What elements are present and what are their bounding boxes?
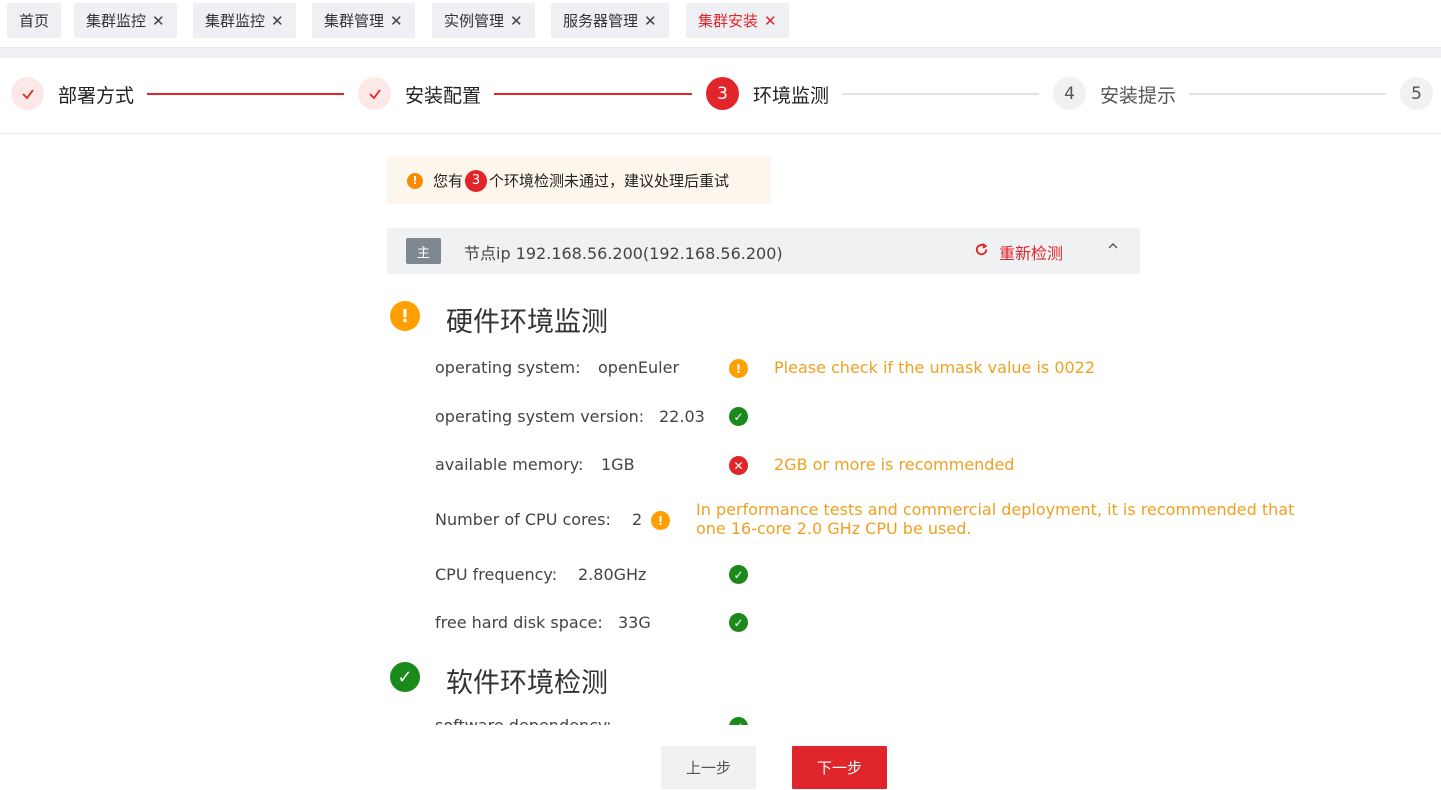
check-circle-icon: ✓	[390, 662, 420, 692]
warning-icon: !	[651, 511, 670, 530]
check-circle-icon: ✓	[729, 565, 748, 584]
tab-label: 集群安装	[698, 12, 759, 30]
step-label-env-check: 环境监测	[753, 85, 830, 107]
disk-space-value: 33G	[618, 613, 651, 632]
disk-space-label: free hard disk space:	[435, 613, 603, 632]
hardware-section-title: 硬件环境监测	[446, 307, 608, 338]
warning-icon: !	[407, 172, 423, 189]
node-ip: 节点ip 192.168.56.200(192.168.56.200)	[464, 244, 783, 263]
step-label-install-tips: 安装提示	[1100, 85, 1177, 107]
close-icon[interactable]: ✕	[271, 12, 284, 30]
cpu-cores-message-line1: In performance tests and commercial depl…	[696, 500, 1295, 519]
step-number-4: 4	[1053, 77, 1086, 110]
tab-home[interactable]: 首页	[7, 3, 62, 38]
software-section-title: 软件环境检测	[446, 668, 608, 699]
failed-count-badge: 3	[465, 169, 488, 192]
step-connector	[1189, 93, 1386, 95]
warning-icon: !	[729, 359, 748, 378]
cpu-cores-value: 2	[632, 510, 643, 529]
step-label-install-config: 安装配置	[405, 85, 482, 107]
cpu-cores-label: Number of CPU cores:	[435, 510, 611, 529]
cpu-frequency-label: CPU frequency:	[435, 565, 558, 584]
memory-value: 1GB	[601, 455, 635, 474]
tab-label: 实例管理	[444, 12, 505, 30]
error-icon: ✕	[729, 456, 748, 475]
tab-bar: 首页 集群监控 ✕ 集群监控 ✕ 集群管理 ✕ 实例管理 ✕ 服务器管理 ✕ 集…	[0, 0, 1441, 48]
os-version-label: operating system version:	[435, 407, 645, 426]
previous-step-button[interactable]: 上一步	[661, 746, 756, 789]
scroll-clip: software dependency: ✓	[0, 700, 1441, 725]
step-connector	[494, 93, 692, 95]
step-connector	[842, 93, 1039, 95]
step-label-deploy-mode: 部署方式	[58, 85, 135, 107]
cpu-frequency-value: 2.80GHz	[578, 565, 647, 584]
os-label: operating system:	[435, 358, 581, 377]
step-number-5: 5	[1400, 77, 1433, 110]
check-circle-icon: ✓	[729, 407, 748, 426]
alert-suffix: 个环境检测未通过，建议处理后重试	[489, 172, 730, 190]
close-icon[interactable]: ✕	[644, 12, 657, 30]
alert-prefix: 您有	[433, 172, 464, 190]
step-number-3: 3	[706, 77, 739, 110]
divider	[0, 48, 1441, 58]
os-message: Please check if the umask value is 0022	[774, 358, 1096, 377]
tab-label: 集群管理	[324, 12, 385, 30]
tab-cluster-monitor-2[interactable]: 集群监控 ✕	[193, 3, 296, 38]
software-dependency-label: software dependency:	[435, 716, 612, 725]
recheck-label: 重新检测	[999, 244, 1064, 263]
memory-message: 2GB or more is recommended	[774, 455, 1015, 474]
os-version-value: 22.03	[659, 407, 705, 426]
chevron-up-icon[interactable]	[1107, 240, 1119, 256]
tab-label: 首页	[19, 12, 50, 30]
warning-icon: !	[390, 301, 420, 331]
check-icon	[358, 77, 391, 110]
close-icon[interactable]: ✕	[152, 12, 165, 30]
refresh-icon	[974, 242, 989, 262]
tab-label: 集群监控	[205, 12, 266, 30]
tab-label: 集群监控	[86, 12, 147, 30]
memory-label: available memory:	[435, 455, 584, 474]
check-circle-icon: ✓	[729, 613, 748, 632]
primary-node-badge: 主	[406, 238, 441, 264]
close-icon[interactable]: ✕	[510, 12, 523, 30]
step-connector	[147, 93, 344, 95]
tab-instance-management[interactable]: 实例管理 ✕	[432, 3, 535, 38]
tab-cluster-install[interactable]: 集群安装 ✕	[686, 3, 789, 38]
close-icon[interactable]: ✕	[764, 12, 777, 30]
node-panel-header[interactable]: 主 节点ip 192.168.56.200(192.168.56.200) 重新…	[387, 228, 1140, 274]
check-icon	[11, 77, 44, 110]
warning-alert: ! 您有 3 个环境检测未通过，建议处理后重试	[387, 157, 771, 204]
os-value: openEuler	[598, 358, 680, 377]
tab-server-management[interactable]: 服务器管理 ✕	[551, 3, 669, 38]
next-step-button[interactable]: 下一步	[792, 746, 887, 789]
tab-label: 服务器管理	[563, 12, 639, 30]
install-stepper: 部署方式 安装配置 3 环境监测 4 安装提示 5	[0, 58, 1441, 134]
tab-cluster-management[interactable]: 集群管理 ✕	[312, 3, 415, 38]
recheck-button[interactable]: 重新检测	[974, 240, 1063, 264]
close-icon[interactable]: ✕	[390, 12, 403, 30]
tab-cluster-monitor-1[interactable]: 集群监控 ✕	[74, 3, 177, 38]
cpu-cores-message-line2: one 16-core 2.0 GHz CPU be used.	[696, 519, 972, 538]
check-circle-icon: ✓	[729, 717, 748, 725]
